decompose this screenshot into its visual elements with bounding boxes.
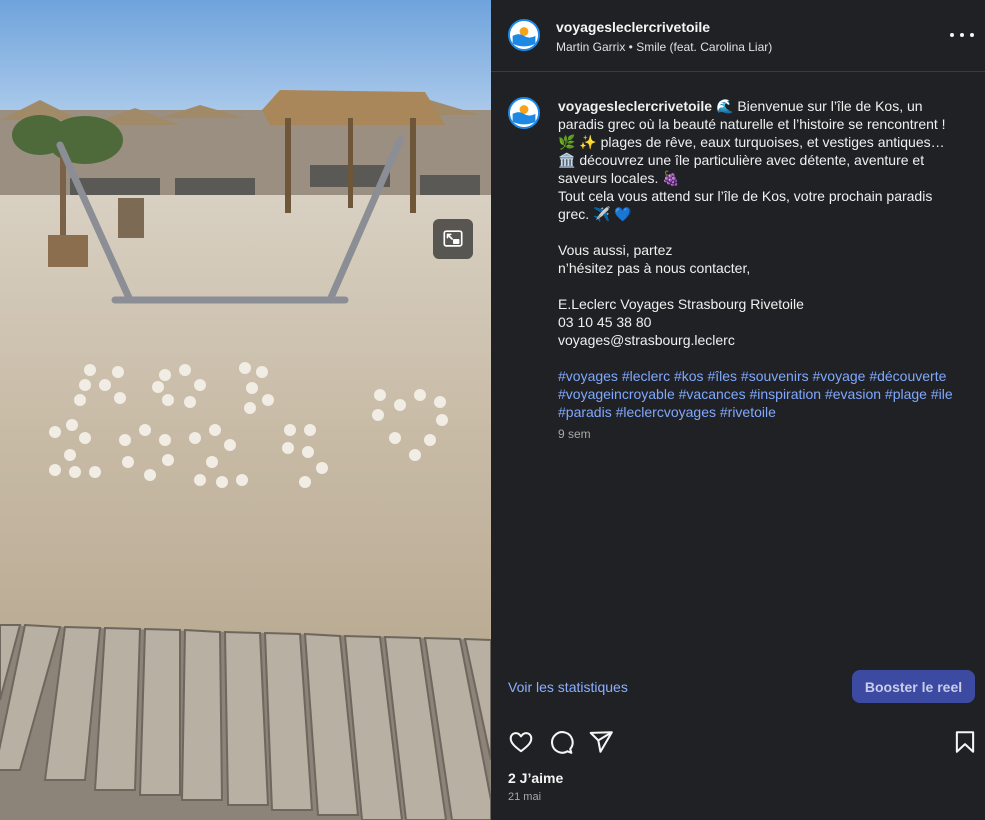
- heart-icon: [509, 732, 533, 753]
- hashtag-link[interactable]: #leclercvoyages: [616, 404, 716, 420]
- picture-in-picture-icon: [443, 230, 463, 247]
- hashtag-link[interactable]: #îles: [707, 368, 737, 384]
- contact-phone: 03 10 45 38 80: [558, 314, 652, 330]
- hashtag-link[interactable]: #paradis: [558, 404, 612, 420]
- share-button[interactable]: [588, 729, 614, 755]
- caption-paragraph-2: Tout cela vous attend sur l’île de Kos, …: [558, 188, 933, 222]
- hashtags: #voyages #leclerc #kos #îles #souvenirs …: [558, 367, 962, 421]
- hashtag-link[interactable]: #voyages: [558, 368, 618, 384]
- likes-count[interactable]: 2 J’aime: [508, 770, 563, 786]
- caption-username[interactable]: voyagesleclercrivetoile: [558, 98, 712, 114]
- hashtag-link[interactable]: #souvenirs: [741, 368, 809, 384]
- contact-name: E.Leclerc Voyages Strasbourg Rivetoile: [558, 296, 804, 312]
- comment-icon: [551, 731, 574, 754]
- hashtag-link[interactable]: #ile: [931, 386, 953, 402]
- contact-email: voyages@strasbourg.leclerc: [558, 332, 735, 348]
- caption-line-3: Vous aussi, partez: [558, 242, 673, 258]
- caption-section: voyagesleclercrivetoile 🌊 Bienvenue sur …: [491, 72, 985, 652]
- hashtag-link[interactable]: #vacances: [679, 386, 746, 402]
- more-horizontal-icon: [950, 33, 954, 37]
- boost-reel-button[interactable]: Booster le reel: [852, 670, 975, 703]
- caption-line-4: n’hésitez pas à nous contacter,: [558, 260, 751, 276]
- comment-button[interactable]: [548, 729, 574, 755]
- hashtag-link[interactable]: #rivetoile: [720, 404, 776, 420]
- beach-scene-image: [0, 0, 491, 820]
- caption-text: voyagesleclercrivetoile 🌊 Bienvenue sur …: [558, 97, 962, 443]
- hashtag-link[interactable]: #leclerc: [622, 368, 670, 384]
- time-ago: 9 sem: [558, 427, 591, 441]
- caption-avatar[interactable]: [508, 97, 540, 129]
- action-bar: [491, 725, 985, 759]
- hashtag-link[interactable]: #plage: [885, 386, 927, 402]
- bookmark-icon: [955, 731, 975, 753]
- header-username[interactable]: voyagesleclercrivetoile: [556, 19, 710, 35]
- hashtag-link[interactable]: #voyage: [813, 368, 866, 384]
- brand-logo-icon: [510, 21, 538, 49]
- brand-logo-icon: [510, 99, 538, 127]
- caption-paragraph-1: voyagesleclercrivetoile 🌊 Bienvenue sur …: [558, 97, 962, 187]
- picture-in-picture-button[interactable]: [433, 219, 473, 259]
- hashtag-link[interactable]: #découverte: [869, 368, 946, 384]
- post-details-panel: voyagesleclercrivetoile Martin Garrix • …: [491, 0, 985, 820]
- hashtag-link[interactable]: #voyageincroyable: [558, 386, 675, 402]
- reel-video[interactable]: [0, 0, 491, 820]
- view-stats-link[interactable]: Voir les statistiques: [508, 679, 628, 695]
- like-button[interactable]: [508, 729, 534, 755]
- more-options-button[interactable]: [950, 25, 974, 45]
- share-icon: [589, 731, 613, 753]
- save-button[interactable]: [952, 729, 978, 755]
- post-date: 21 mai: [508, 791, 542, 803]
- hashtag-link[interactable]: #kos: [674, 368, 704, 384]
- post-header: voyagesleclercrivetoile Martin Garrix • …: [491, 0, 985, 72]
- hashtag-link[interactable]: #inspiration: [749, 386, 821, 402]
- hashtag-link[interactable]: #evasion: [825, 386, 881, 402]
- avatar[interactable]: [508, 19, 540, 51]
- audio-track[interactable]: Martin Garrix • Smile (feat. Carolina Li…: [556, 40, 772, 54]
